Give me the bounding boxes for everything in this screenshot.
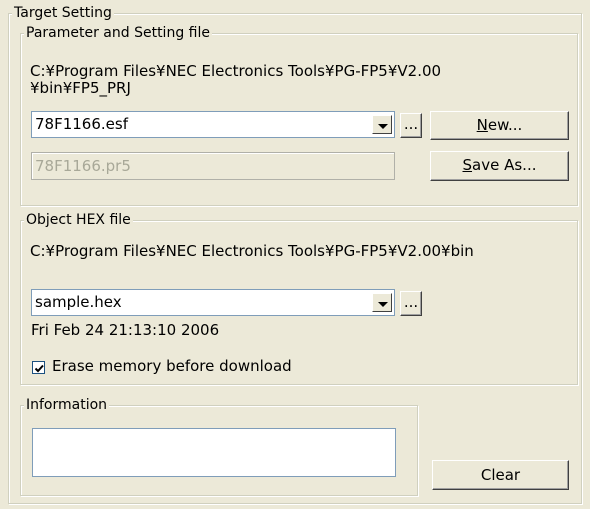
pr5-file-value: 78F1166.pr5 [35, 157, 131, 175]
parameter-path-line1: C:¥Program Files¥NEC Electronics Tools¥P… [30, 62, 442, 80]
esf-browse-button[interactable]: ... [400, 113, 422, 138]
chevron-down-icon[interactable] [372, 115, 392, 134]
hex-file-combo-value: sample.hex [35, 293, 122, 311]
save-as-button-accel: S [462, 156, 473, 174]
erase-memory-label[interactable]: Erase memory before download [52, 358, 292, 375]
new-button-label: ew... [487, 116, 523, 134]
hex-file-combo[interactable]: sample.hex [31, 289, 395, 316]
hex-timestamp: Fri Feb 24 21:13:10 2006 [31, 321, 220, 339]
object-hex-legend: Object HEX file [24, 212, 133, 228]
checkmark-icon [34, 364, 44, 373]
save-as-button[interactable]: Save As... [430, 151, 569, 181]
save-as-button-label: ave As... [472, 156, 537, 174]
target-setting-legend: Target Setting [12, 5, 114, 21]
pr5-file-field: 78F1166.pr5 [31, 152, 395, 180]
information-legend: Information [24, 397, 110, 413]
esf-file-combo-value: 78F1166.esf [35, 115, 128, 133]
parameter-setting-legend: Parameter and Setting file [24, 25, 212, 41]
hex-browse-button[interactable]: ... [400, 291, 422, 316]
new-button-accel: N [476, 116, 488, 134]
information-box [32, 428, 396, 477]
new-button[interactable]: New... [430, 111, 569, 140]
erase-memory-checkbox[interactable] [32, 361, 45, 374]
clear-button[interactable]: Clear [432, 460, 569, 490]
hex-path: C:¥Program Files¥NEC Electronics Tools¥P… [30, 242, 474, 260]
chevron-down-icon[interactable] [372, 293, 392, 312]
parameter-path-line2: ¥bin¥FP5_PRJ [30, 79, 131, 97]
esf-file-combo[interactable]: 78F1166.esf [31, 111, 395, 138]
